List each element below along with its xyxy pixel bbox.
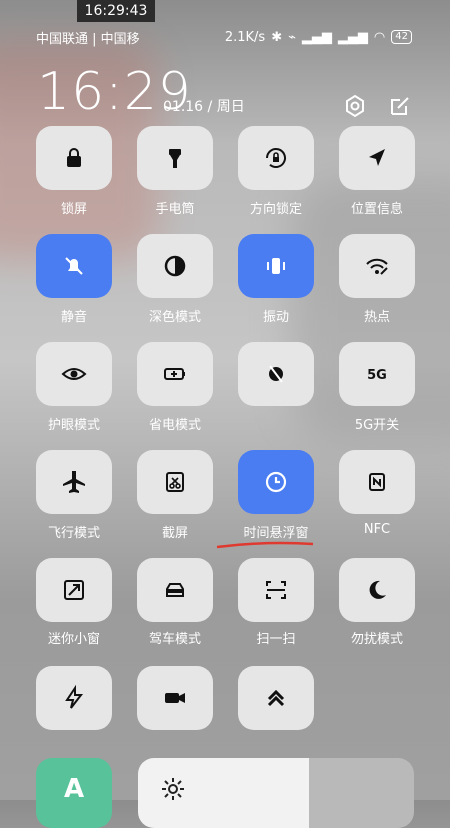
wifi-hotspot-icon (366, 258, 388, 275)
tile-mini-window[interactable] (36, 558, 112, 622)
screenshot-icon (166, 472, 184, 492)
moon-icon (369, 580, 386, 599)
date-text: 01.16 / 周日 (163, 99, 245, 115)
tile-label: 护眼模式 (47, 418, 100, 433)
car-icon (166, 583, 184, 597)
wifi-icon: ◠ (373, 29, 386, 45)
tile-flashlight[interactable] (137, 126, 213, 190)
tile-label: 扫一扫 (256, 632, 296, 647)
signal-icon: ▂▄▆ (301, 29, 332, 45)
double-chevron-up-icon (267, 689, 285, 707)
tile-dark-mode[interactable] (137, 234, 213, 298)
status-icons: 2.1K/s ✱ ⌁ ▂▄▆ ▂▄▆ ◠ 42 (225, 30, 412, 45)
dark-mode-icon (164, 255, 186, 277)
mini-window-icon (64, 580, 84, 600)
svg-text:5G: 5G (367, 368, 387, 383)
tile-scan[interactable] (238, 558, 314, 622)
tile-eye-care[interactable] (36, 342, 112, 406)
nfc-icon (369, 473, 385, 491)
tile-screenshot[interactable] (137, 450, 213, 514)
tile-label: 飞行模式 (47, 526, 100, 541)
rotation-lock-icon (266, 148, 286, 168)
bell-off-icon: ⌁ (288, 29, 296, 45)
airplane-icon (63, 471, 85, 493)
tile-label: 截屏 (161, 526, 188, 541)
eye-icon (61, 368, 87, 380)
tile-ball-crossed[interactable] (238, 342, 314, 406)
location-arrow-icon (369, 149, 385, 166)
scan-icon (266, 581, 286, 599)
settings-gear-icon[interactable] (343, 94, 367, 118)
floating-clock: 16:29:43 (77, 0, 155, 22)
brightness-slider[interactable] (138, 758, 414, 828)
tile-vibrate[interactable] (238, 234, 314, 298)
tile-label: 静音 (60, 310, 87, 325)
status-bar: 中国联通 | 中国移 2.1K/s ✱ ⌁ ▂▄▆ ▂▄▆ ◠ 42 (36, 26, 412, 48)
tile-label: NFC (363, 522, 391, 537)
vibrate-icon (267, 258, 285, 274)
bluetooth-icon: ✱ (271, 29, 283, 45)
battery-saver-icon (164, 368, 185, 380)
tile-nfc[interactable] (339, 450, 415, 514)
tile-label: 时间悬浮窗 (243, 526, 309, 541)
network-speed: 2.1K/s (224, 29, 266, 45)
tile-rotation-lock[interactable] (238, 126, 314, 190)
tile-do-not-disturb[interactable] (339, 558, 415, 622)
tile-hotspot[interactable] (339, 234, 415, 298)
app-shortcut-tile[interactable]: A (36, 758, 112, 828)
tile-label: 位置信息 (350, 202, 403, 217)
lock-icon (67, 148, 81, 167)
tile-label: 手电筒 (155, 202, 195, 217)
tile-label: 热点 (363, 310, 390, 325)
tile-label: 深色模式 (148, 310, 201, 325)
tile-location[interactable] (339, 126, 415, 190)
tile-label: 5G开关 (354, 418, 400, 433)
bell-off-icon (65, 257, 83, 275)
tile-label: 勿扰模式 (350, 632, 403, 647)
tile-5g[interactable]: 5G (339, 342, 415, 406)
5g-icon: 5G (367, 368, 387, 383)
tile-label: 方向锁定 (249, 202, 302, 217)
clock-icon (265, 471, 287, 493)
sun-icon (162, 778, 184, 800)
battery-indicator: 42 (391, 30, 412, 44)
tile-label: 迷你小窗 (47, 632, 100, 647)
bolt-icon (65, 684, 84, 709)
tile-bolt[interactable] (36, 666, 112, 730)
signal-icon-2: ▂▄▆ (337, 29, 368, 45)
flashlight-icon (169, 149, 181, 168)
tile-label: 驾车模式 (148, 632, 201, 647)
ball-crossed-icon (269, 365, 283, 383)
highlight-underline (216, 541, 314, 549)
carrier-text: 中国联通 | 中国移 (36, 31, 140, 47)
tile-label: 振动 (262, 310, 289, 325)
tile-video[interactable] (137, 666, 213, 730)
tile-battery-saver[interactable] (137, 342, 213, 406)
edit-icon[interactable] (388, 94, 412, 118)
tile-label: 省电模式 (148, 418, 201, 433)
tile-double-chevron[interactable] (238, 666, 314, 730)
tile-airplane[interactable] (36, 450, 112, 514)
tile-label: 锁屏 (60, 202, 87, 217)
tile-lock-screen[interactable] (36, 126, 112, 190)
tile-silent[interactable] (36, 234, 112, 298)
tile-driving-mode[interactable] (137, 558, 213, 622)
video-camera-icon (165, 693, 185, 703)
tile-time-floating-window[interactable] (238, 450, 314, 514)
